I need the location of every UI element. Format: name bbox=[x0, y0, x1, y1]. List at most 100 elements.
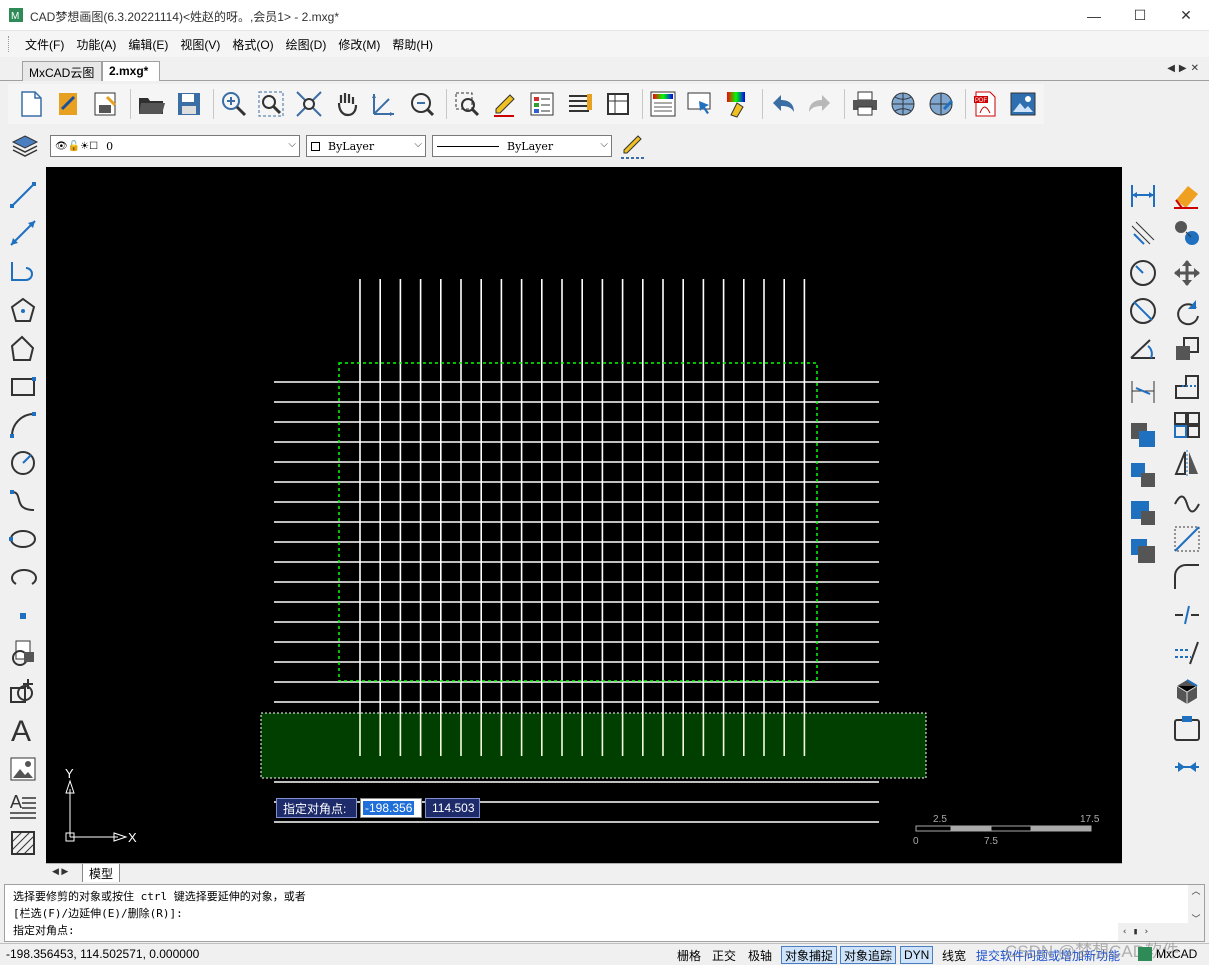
zoom-realtime-icon[interactable] bbox=[217, 87, 251, 121]
spline-icon[interactable] bbox=[6, 484, 40, 518]
menu-help[interactable]: 帮助(H) bbox=[386, 36, 439, 53]
polyline-icon[interactable] bbox=[6, 254, 40, 288]
toggle-polar[interactable]: 极轴 bbox=[745, 946, 775, 964]
save-icon[interactable] bbox=[172, 87, 206, 121]
open-folder-icon[interactable] bbox=[134, 87, 168, 121]
polygon-irregular-icon[interactable] bbox=[6, 332, 40, 366]
match-properties-icon[interactable] bbox=[721, 87, 755, 121]
menu-view[interactable]: 视图(V) bbox=[174, 36, 226, 53]
stretch-icon[interactable] bbox=[1170, 370, 1204, 404]
line-tool-icon[interactable] bbox=[6, 178, 40, 212]
tab-current-drawing[interactable]: 2.mxg* bbox=[102, 61, 160, 81]
layer-select[interactable]: 👁🔓☀☐ 0 ⌵ bbox=[50, 135, 300, 157]
dynamic-input-x[interactable]: -198.356 bbox=[363, 801, 415, 815]
offset-curve-icon[interactable] bbox=[1170, 484, 1204, 518]
continue-dimension-icon[interactable] bbox=[1126, 374, 1160, 408]
linecolor-pencil-icon[interactable] bbox=[616, 129, 650, 163]
mtext-icon[interactable]: A bbox=[6, 788, 40, 822]
mirror-icon[interactable] bbox=[1170, 446, 1204, 480]
explode-3d-icon[interactable] bbox=[1170, 674, 1204, 708]
rotate-icon[interactable] bbox=[1170, 294, 1204, 328]
tab-mxcad-cloud[interactable]: MxCAD云图 bbox=[22, 61, 102, 81]
pdf-export-icon[interactable]: PDF bbox=[969, 87, 1003, 121]
maximize-button[interactable]: ☐ bbox=[1117, 0, 1163, 31]
web-upload-icon[interactable] bbox=[924, 87, 958, 121]
angular-dimension-icon[interactable] bbox=[1126, 332, 1160, 366]
insert-image-icon[interactable] bbox=[6, 752, 40, 786]
dynamic-input-y[interactable]: 114.503 bbox=[425, 798, 480, 818]
aligned-dimension-icon[interactable] bbox=[1126, 216, 1160, 250]
toggle-otrack[interactable]: 对象追踪 bbox=[840, 946, 897, 964]
measure-area-icon[interactable] bbox=[450, 87, 484, 121]
construction-line-icon[interactable] bbox=[6, 216, 40, 250]
ellipse-arc-icon[interactable] bbox=[6, 560, 40, 594]
array-object-icon[interactable] bbox=[1126, 496, 1160, 530]
redo-icon[interactable] bbox=[804, 87, 838, 121]
menu-format[interactable]: 格式(O) bbox=[226, 36, 279, 53]
fillet-icon[interactable] bbox=[1170, 560, 1204, 594]
ellipse-icon[interactable] bbox=[6, 522, 40, 556]
block-icon[interactable] bbox=[601, 87, 635, 121]
drawing-viewport[interactable]: X Y 2.5 17.5 0 7.5 bbox=[46, 167, 1122, 863]
menu-file[interactable]: 文件(F) bbox=[19, 36, 70, 53]
zoom-window-icon[interactable] bbox=[254, 87, 288, 121]
menu-edit[interactable]: 编辑(E) bbox=[122, 36, 174, 53]
undo-icon[interactable] bbox=[766, 87, 800, 121]
radius-dimension-icon[interactable] bbox=[1126, 256, 1160, 290]
toggle-lineweight[interactable]: 线宽 bbox=[939, 946, 969, 964]
toggle-grid[interactable]: 栅格 bbox=[674, 946, 704, 964]
minimize-button[interactable]: — bbox=[1071, 0, 1117, 31]
eraser-icon[interactable] bbox=[1170, 178, 1204, 212]
toggle-dyn[interactable]: DYN bbox=[900, 946, 934, 964]
merge-arrows-icon[interactable] bbox=[1170, 750, 1204, 784]
break-line-icon[interactable] bbox=[1170, 598, 1204, 632]
text-tool-icon[interactable]: A bbox=[6, 712, 40, 746]
point-icon[interactable] bbox=[6, 598, 40, 632]
hatch-icon[interactable] bbox=[6, 826, 40, 860]
diameter-dimension-icon[interactable] bbox=[1126, 294, 1160, 328]
save-as-icon[interactable] bbox=[89, 87, 123, 121]
menu-draw[interactable]: 绘图(D) bbox=[280, 36, 333, 53]
tab-model[interactable]: 模型 bbox=[82, 864, 121, 882]
insert-block-icon[interactable] bbox=[6, 636, 40, 670]
zoom-extents-icon[interactable] bbox=[292, 87, 326, 121]
copy-shapes-icon[interactable] bbox=[1170, 216, 1204, 250]
print-icon[interactable] bbox=[848, 87, 882, 121]
arc-icon[interactable] bbox=[6, 408, 40, 442]
new-file-icon[interactable] bbox=[14, 87, 48, 121]
command-window[interactable]: 选择要修剪的对象或按住 ctrl 键选择要延伸的对象，或者 [栏选(F)/边延伸… bbox=[4, 884, 1205, 942]
toggle-ortho[interactable]: 正交 bbox=[709, 946, 739, 964]
scale-icon[interactable] bbox=[1170, 332, 1204, 366]
layer-manager-icon[interactable] bbox=[526, 87, 560, 121]
select-cursor-icon[interactable] bbox=[683, 87, 717, 121]
toggle-osnap[interactable]: 对象捕捉 bbox=[781, 946, 838, 964]
text-style-icon[interactable] bbox=[563, 87, 597, 121]
rectangle-icon[interactable] bbox=[6, 370, 40, 404]
chamfer-icon[interactable] bbox=[1170, 522, 1204, 556]
make-block-icon[interactable] bbox=[6, 674, 40, 708]
menu-function[interactable]: 功能(A) bbox=[70, 36, 122, 53]
template-icon[interactable] bbox=[52, 87, 86, 121]
join-icon[interactable] bbox=[1170, 712, 1204, 746]
color-select[interactable]: ByLayer ⌵ bbox=[306, 135, 426, 157]
scale-object-icon[interactable] bbox=[1126, 534, 1160, 568]
move-object-icon[interactable] bbox=[1126, 458, 1160, 492]
menu-modify[interactable]: 修改(M) bbox=[332, 36, 386, 53]
image-export-icon[interactable] bbox=[1006, 87, 1040, 121]
properties-palette-icon[interactable] bbox=[646, 87, 680, 121]
extend-icon[interactable] bbox=[1170, 636, 1204, 670]
close-button[interactable]: ✕ bbox=[1163, 0, 1209, 31]
copy-object-icon[interactable] bbox=[1126, 418, 1160, 452]
pan-hand-icon[interactable] bbox=[330, 87, 364, 121]
circle-icon[interactable] bbox=[6, 446, 40, 480]
tab-scroll-arrows[interactable]: ◀▶✕ bbox=[1167, 63, 1203, 74]
ucs-axis-icon[interactable] bbox=[368, 87, 402, 121]
layout-scroll-arrows[interactable]: ◀ ▶ bbox=[52, 866, 68, 877]
zoom-previous-icon[interactable] bbox=[405, 87, 439, 121]
command-prompt[interactable]: 指定对角点: bbox=[13, 922, 75, 938]
web-globe-icon[interactable] bbox=[886, 87, 920, 121]
command-scrollbar[interactable]: ︿ ﹀ bbox=[1188, 885, 1204, 941]
drawing-canvas[interactable]: X Y 2.5 17.5 0 7.5 指定对角点: -198.356 114.5… bbox=[46, 167, 1122, 863]
linetype-select[interactable]: ByLayer ⌵ bbox=[432, 135, 612, 157]
polygon-icon[interactable] bbox=[6, 294, 40, 328]
